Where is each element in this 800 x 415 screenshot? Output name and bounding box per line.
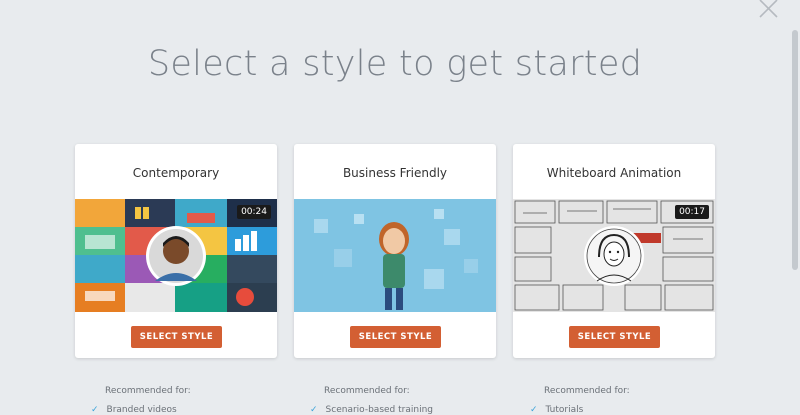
close-icon <box>759 0 778 18</box>
card-title: Business Friendly <box>342 166 448 180</box>
close-button[interactable] <box>756 0 782 20</box>
recommended-item: ✓ Tutorials <box>530 405 584 415</box>
recommended-label: Recommended for: <box>324 386 410 396</box>
style-card-business-friendly[interactable]: Business Friendly SELECT STYLE <box>294 144 496 358</box>
scrollbar-thumb[interactable] <box>792 30 798 270</box>
select-style-button-whiteboard-animation[interactable]: SELECT STYLE <box>569 326 660 348</box>
card-title: Whiteboard Animation <box>546 166 682 180</box>
video-thumbnail-whiteboard-animation[interactable]: 00:17 <box>513 199 715 312</box>
check-icon: ✓ <box>530 405 538 415</box>
check-icon: ✓ <box>91 405 99 415</box>
page-title: Select a style to get started <box>147 44 643 84</box>
recommended-label: Recommended for: <box>105 386 191 396</box>
check-icon: ✓ <box>310 405 318 415</box>
select-style-button-contemporary[interactable]: SELECT STYLE <box>131 326 222 348</box>
style-card-contemporary[interactable]: Contemporary 00:24 SELECT STYLE <box>75 144 277 358</box>
video-thumbnail-contemporary[interactable]: 00:24 <box>75 199 277 312</box>
card-title: Contemporary <box>132 166 220 180</box>
recommended-item: ✓ Scenario-based training <box>310 405 433 415</box>
recommended-label: Recommended for: <box>544 386 630 396</box>
video-duration-badge: 00:17 <box>675 205 709 219</box>
select-style-button-business-friendly[interactable]: SELECT STYLE <box>350 326 441 348</box>
style-card-whiteboard-animation[interactable]: Whiteboard Animation 00:17 SELECT STYLE <box>513 144 715 358</box>
recommended-item: ✓ Branded videos <box>91 405 177 415</box>
video-duration-badge: 00:24 <box>237 205 271 219</box>
video-thumbnail-business-friendly[interactable] <box>294 199 496 312</box>
